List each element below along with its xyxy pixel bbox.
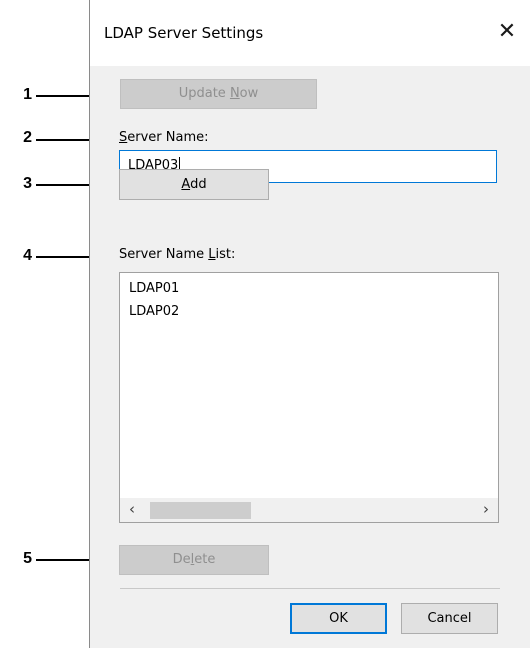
callout-number-3: 3 xyxy=(23,175,32,192)
server-name-list-label: Server Name List: xyxy=(119,247,235,262)
scroll-right-icon[interactable]: › xyxy=(474,498,498,522)
ok-button[interactable]: OK xyxy=(290,603,387,634)
callout-number-2: 2 xyxy=(23,129,32,146)
delete-label-start: De xyxy=(172,552,191,567)
delete-button[interactable]: Delete xyxy=(119,545,269,575)
update-now-label-start: Update xyxy=(178,86,230,101)
list-item[interactable]: LDAP02 xyxy=(129,304,179,319)
add-label-text: dd xyxy=(190,177,207,192)
close-icon[interactable]: ✕ xyxy=(491,16,523,48)
callout-number-1: 1 xyxy=(23,86,32,103)
cancel-button[interactable]: Cancel xyxy=(401,603,498,634)
dialog-title: LDAP Server Settings xyxy=(104,24,264,42)
server-name-list[interactable]: LDAP01 LDAP02 ‹ › xyxy=(119,272,499,523)
update-now-label-end: ow xyxy=(239,86,259,101)
server-name-list-label-start: Server Name xyxy=(119,247,209,262)
callout-number-4: 4 xyxy=(23,247,32,264)
screenshot-canvas: 1 2 3 4 5 LDAP Server Settings ✕ Update … xyxy=(0,0,530,648)
title-bar: LDAP Server Settings ✕ xyxy=(90,0,530,66)
add-accel-key: A xyxy=(181,177,191,192)
server-name-list-label-end: ist: xyxy=(215,247,236,262)
scrollbar-thumb[interactable] xyxy=(150,502,251,519)
scroll-left-icon[interactable]: ‹ xyxy=(120,498,144,522)
ldap-server-settings-dialog: LDAP Server Settings ✕ Update Now Server… xyxy=(89,0,530,648)
add-button[interactable]: Add xyxy=(119,169,269,200)
server-name-list-accel-key: L xyxy=(208,247,216,262)
horizontal-scrollbar[interactable]: ‹ › xyxy=(120,498,498,522)
update-now-button[interactable]: Update Now xyxy=(120,79,317,109)
server-name-label-text: erver Name: xyxy=(127,130,209,145)
delete-label-end: ete xyxy=(194,552,216,567)
callout-number-5: 5 xyxy=(23,550,32,567)
separator-line xyxy=(120,588,500,589)
server-name-label: Server Name: xyxy=(119,130,209,145)
update-now-accel-key: N xyxy=(229,86,240,101)
list-item[interactable]: LDAP01 xyxy=(129,281,179,296)
